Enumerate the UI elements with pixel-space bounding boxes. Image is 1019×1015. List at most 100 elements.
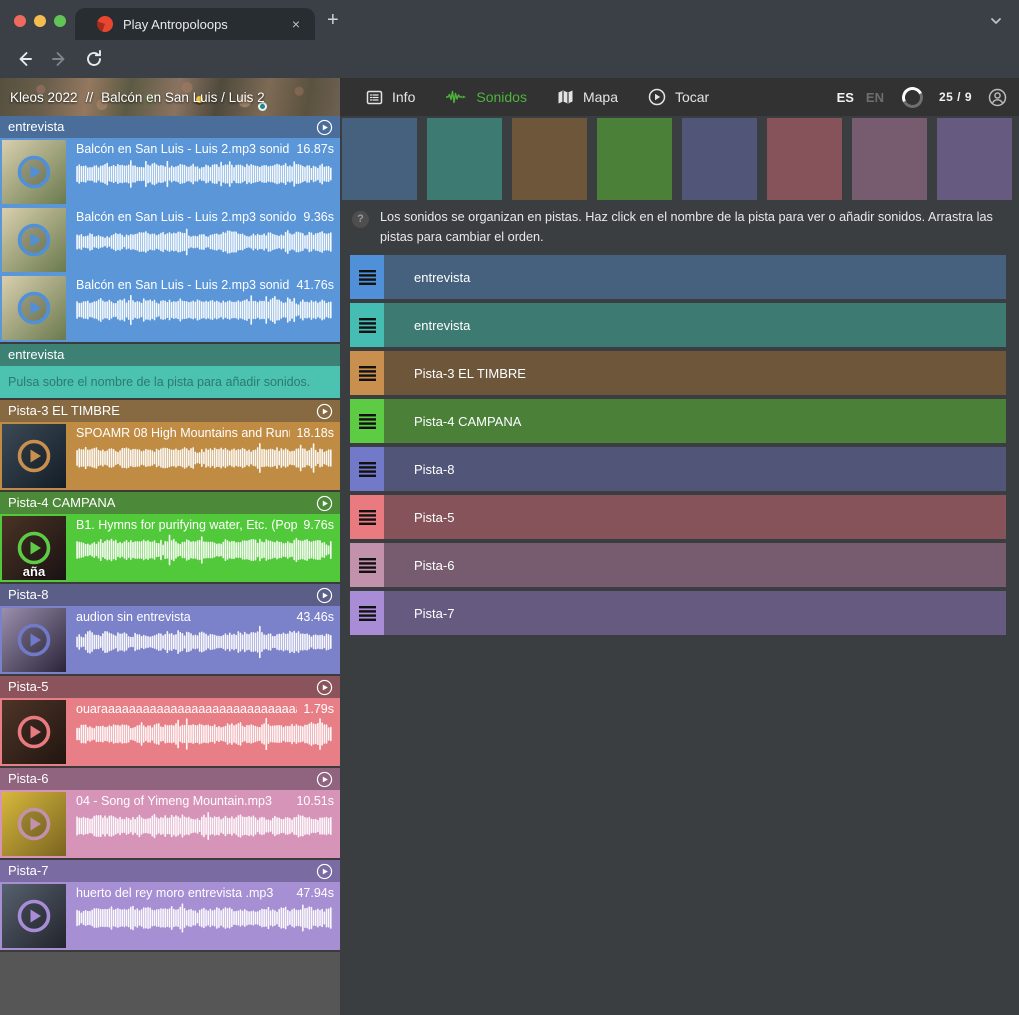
clip-waveform[interactable] <box>76 441 334 475</box>
track-play-icon[interactable] <box>316 771 333 788</box>
track-row[interactable]: Pista-3 EL TIMBRE <box>350 351 1006 395</box>
track-play-icon[interactable] <box>316 495 333 512</box>
clip-play-icon[interactable] <box>16 622 52 658</box>
clip-waveform[interactable] <box>76 901 334 935</box>
track-row[interactable]: Pista-5 <box>350 495 1006 539</box>
track-row-name[interactable]: Pista-6 <box>384 543 1006 587</box>
balcony-photo[interactable] <box>2 276 66 340</box>
pattern-cell[interactable] <box>512 118 587 200</box>
account-icon[interactable] <box>988 88 1007 107</box>
clip-play-icon[interactable] <box>16 290 52 326</box>
pattern-cell[interactable] <box>597 118 672 200</box>
track-section-header[interactable]: Pista-6 <box>0 768 340 790</box>
map-thumbnail[interactable]: Kleos 2022 // Balcón en San Luis / Luis … <box>0 78 340 116</box>
window-zoom-button[interactable] <box>54 15 66 27</box>
balcony-photo[interactable] <box>2 140 66 204</box>
clip-play-icon[interactable] <box>16 438 52 474</box>
audio-clip[interactable]: aña B1. Hymns for purifying water, Etc. … <box>0 514 340 582</box>
track-row[interactable]: entrevista <box>350 303 1006 347</box>
browser-tab[interactable]: Play Antropoloops × <box>75 8 315 40</box>
track-row-name[interactable]: Pista-7 <box>384 591 1006 635</box>
audio-clip[interactable]: ouaraaaaaaaaaaaaaaaaaaaaaaaaaaaaaaaaaa..… <box>0 698 340 766</box>
window-minimize-button[interactable] <box>34 15 46 27</box>
dark-face[interactable] <box>2 700 66 764</box>
track-section-header[interactable]: entrevista <box>0 344 340 366</box>
audio-clip[interactable]: SPOAMR 08 High Mountains and Running ...… <box>0 422 340 490</box>
track-drag-handle[interactable] <box>350 495 384 539</box>
reload-button[interactable] <box>84 49 104 69</box>
forward-button[interactable] <box>50 49 70 69</box>
audio-clip[interactable]: Balcón en San Luis - Luis 2.mp3 sonido h… <box>0 206 340 274</box>
tab-sonidos[interactable]: Sonidos <box>445 89 527 105</box>
tab-mapa[interactable]: Mapa <box>557 89 618 105</box>
track-play-icon[interactable] <box>316 679 333 696</box>
track-play-icon[interactable] <box>316 119 333 136</box>
window-close-button[interactable] <box>14 15 26 27</box>
track-drag-handle[interactable] <box>350 591 384 635</box>
track-section-header[interactable]: Pista-3 EL TIMBRE <box>0 400 340 422</box>
track-row-name[interactable]: Pista-3 EL TIMBRE <box>384 351 1006 395</box>
audio-clip[interactable]: Balcón en San Luis - Luis 2.mp3 sonido h… <box>0 138 340 206</box>
track-section-header[interactable]: Pista-5 <box>0 676 340 698</box>
track-row-name[interactable]: Pista-5 <box>384 495 1006 539</box>
clip-waveform[interactable] <box>76 225 334 259</box>
track-section-header[interactable]: entrevista <box>0 116 340 138</box>
pattern-cell[interactable] <box>342 118 417 200</box>
pattern-cell[interactable] <box>852 118 927 200</box>
track-row[interactable]: Pista-4 CAMPANA <box>350 399 1006 443</box>
track-drag-handle[interactable] <box>350 447 384 491</box>
tab-tocar[interactable]: Tocar <box>648 88 709 106</box>
breadcrumb-project[interactable]: Kleos 2022 <box>10 90 78 105</box>
track-section-header[interactable]: Pista-8 <box>0 584 340 606</box>
track-row-name[interactable]: entrevista <box>384 255 1006 299</box>
track-drag-handle[interactable] <box>350 303 384 347</box>
balcony-photo[interactable] <box>2 208 66 272</box>
track-row[interactable]: Pista-8 <box>350 447 1006 491</box>
tab-close-icon[interactable]: × <box>287 16 305 32</box>
dark-character[interactable] <box>2 884 66 948</box>
clip-play-icon[interactable] <box>16 714 52 750</box>
track-play-icon[interactable] <box>316 587 333 604</box>
tab-search-chevron-icon[interactable] <box>989 14 1003 28</box>
audio-clip[interactable]: 04 - Song of Yimeng Mountain.mp3 10.51s <box>0 790 340 858</box>
audio-clip[interactable]: Balcón en San Luis - Luis 2.mp3 sonido h… <box>0 274 340 342</box>
back-button[interactable] <box>14 49 34 69</box>
clip-waveform[interactable] <box>76 717 334 751</box>
lang-en-button[interactable]: EN <box>866 90 884 105</box>
track-row-name[interactable]: entrevista <box>384 303 1006 347</box>
track-drag-handle[interactable] <box>350 543 384 587</box>
clip-play-icon[interactable] <box>16 222 52 258</box>
tab-info[interactable]: Info <box>366 89 415 106</box>
audio-clip[interactable]: huerto del rey moro entrevista .mp3 47.9… <box>0 882 340 950</box>
pattern-cell[interactable] <box>767 118 842 200</box>
clip-waveform[interactable] <box>76 293 334 327</box>
clip-play-icon[interactable] <box>16 154 52 190</box>
track-drag-handle[interactable] <box>350 255 384 299</box>
track-drag-handle[interactable] <box>350 351 384 395</box>
clip-play-icon[interactable] <box>16 806 52 842</box>
track-drag-handle[interactable] <box>350 399 384 443</box>
dark-scene[interactable]: aña <box>2 516 66 580</box>
lang-es-button[interactable]: ES <box>837 90 854 105</box>
anime-portrait[interactable] <box>2 424 66 488</box>
track-row-name[interactable]: Pista-4 CAMPANA <box>384 399 1006 443</box>
track-section-header[interactable]: Pista-4 CAMPANA <box>0 492 340 514</box>
pattern-cell[interactable] <box>682 118 757 200</box>
pattern-cell[interactable] <box>427 118 502 200</box>
track-row[interactable]: Pista-6 <box>350 543 1006 587</box>
robot-figure[interactable] <box>2 608 66 672</box>
track-section-header[interactable]: Pista-7 <box>0 860 340 882</box>
clip-play-icon[interactable] <box>16 898 52 934</box>
track-row[interactable]: Pista-7 <box>350 591 1006 635</box>
track-play-icon[interactable] <box>316 863 333 880</box>
track-play-icon[interactable] <box>316 403 333 420</box>
clip-waveform[interactable] <box>76 809 334 843</box>
new-tab-button[interactable]: + <box>327 10 339 30</box>
audio-clip[interactable]: audion sin entrevista 43.46s <box>0 606 340 674</box>
track-row[interactable]: entrevista <box>350 255 1006 299</box>
clip-waveform[interactable] <box>76 533 334 567</box>
pattern-cell[interactable] <box>937 118 1012 200</box>
clip-waveform[interactable] <box>76 625 334 659</box>
clip-play-icon[interactable] <box>16 530 52 566</box>
anime-yellow[interactable] <box>2 792 66 856</box>
